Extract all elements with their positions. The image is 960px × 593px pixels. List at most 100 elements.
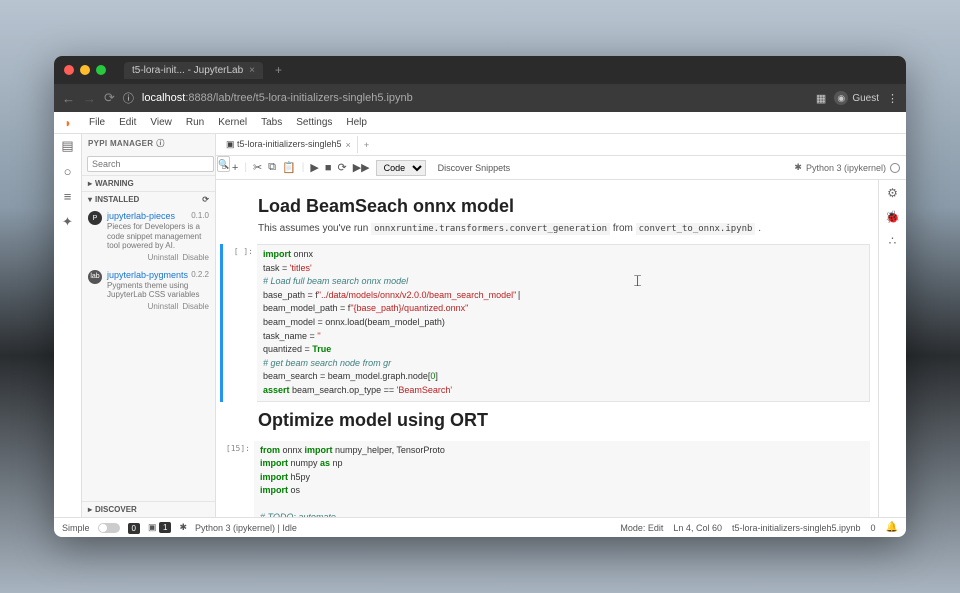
assist-status-icon[interactable]: ✱ <box>179 522 187 533</box>
search-input[interactable] <box>87 156 214 172</box>
chevron-down-icon: ▾ <box>88 195 92 204</box>
maximize-window-icon[interactable] <box>96 65 106 75</box>
paste-button[interactable]: 📋 <box>282 161 296 174</box>
debug-icon[interactable]: 🐞 <box>885 210 900 224</box>
cut-button[interactable]: ✂ <box>253 161 262 174</box>
uninstall-button[interactable]: Uninstall <box>148 253 179 262</box>
guest-icon: ◉ <box>834 91 848 105</box>
markdown-cell[interactable]: Load BeamSeach onnx model This assumes y… <box>258 196 870 234</box>
menubar: ◗ File Edit View Run Kernel Tabs Setting… <box>54 112 906 134</box>
kernel-count[interactable]: ▣ 1 <box>148 522 171 533</box>
urlbar: ← → ⟳ ⓘ localhost:8888/lab/tree/t5-lora-… <box>54 84 906 112</box>
new-launcher-button[interactable]: + <box>358 137 375 153</box>
kernel-status-icon[interactable] <box>890 163 900 173</box>
menu-help[interactable]: Help <box>339 114 374 131</box>
discover-snippets-button[interactable]: Discover Snippets <box>438 163 511 173</box>
code-editor[interactable]: from onnx import numpy_helper, TensorPro… <box>254 441 870 517</box>
notebook-tab-title: ▣ t5-lora-initializers-singleh5 <box>226 139 342 150</box>
simple-toggle[interactable] <box>98 523 120 533</box>
close-tab-icon[interactable]: × <box>346 140 351 150</box>
cell-type-select[interactable]: Code <box>376 160 426 176</box>
package-item: P jupyterlab-pieces 0.1.0 Pieces for Dev… <box>82 207 215 266</box>
prompt: [ ]: <box>223 244 257 402</box>
notebook-body[interactable]: Load BeamSeach onnx model This assumes y… <box>216 180 878 517</box>
paragraph: This assumes you've run onnxruntime.tran… <box>258 223 850 234</box>
titlebar: t5-lora-init... - JupyterLab × + <box>54 56 906 84</box>
mode-indicator: Mode: Edit <box>620 523 663 533</box>
markdown-cell[interactable]: Optimize model using ORT <box>258 410 870 431</box>
notebook-tab[interactable]: ▣ t5-lora-initializers-singleh5 × <box>220 136 358 153</box>
kernel-name[interactable]: Python 3 (ipykernel) <box>806 163 886 173</box>
copy-button[interactable]: ⧉ <box>268 161 276 174</box>
menu-settings[interactable]: Settings <box>289 114 339 131</box>
menu-edit[interactable]: Edit <box>112 114 143 131</box>
kernel-status[interactable]: Python 3 (ipykernel) | Idle <box>195 523 297 533</box>
new-tab-button[interactable]: + <box>275 63 282 77</box>
window-controls <box>64 65 106 75</box>
notebook-tabs: ▣ t5-lora-initializers-singleh5 × + <box>216 134 906 156</box>
run-button[interactable]: ▶ <box>310 161 318 174</box>
profile-button[interactable]: ◉ Guest <box>834 91 879 105</box>
browser-tab[interactable]: t5-lora-init... - JupyterLab × <box>124 62 263 79</box>
disable-button[interactable]: Disable <box>182 302 209 311</box>
log-count[interactable]: 0 <box>871 523 876 533</box>
extensions-icon[interactable]: ✦ <box>62 214 73 230</box>
package-version: 0.1.0 <box>191 211 209 220</box>
minimize-window-icon[interactable] <box>80 65 90 75</box>
file-path: t5-lora-initializers-singleh5.ipynb <box>732 523 861 533</box>
back-button[interactable]: ← <box>62 91 75 106</box>
menu-file[interactable]: File <box>82 114 112 131</box>
save-button[interactable]: ▫ <box>222 162 226 174</box>
jupyter-logo-icon[interactable]: ◗ <box>60 115 76 131</box>
cursor-position[interactable]: Ln 4, Col 60 <box>673 523 722 533</box>
chevron-right-icon: ▸ <box>88 505 92 514</box>
reload-button[interactable]: ⟳ <box>104 90 115 106</box>
activity-bar: ▤ ○ ≡ ✦ <box>54 134 82 517</box>
uninstall-button[interactable]: Uninstall <box>148 302 179 311</box>
package-icon: lab <box>88 270 102 284</box>
text-cursor-icon: 𝙸 <box>632 271 643 293</box>
running-icon[interactable]: ○ <box>64 164 72 179</box>
info-icon[interactable]: ⓘ <box>156 138 164 149</box>
refresh-icon[interactable]: ⟳ <box>202 195 209 204</box>
package-name[interactable]: jupyterlab-pieces <box>107 211 175 221</box>
close-window-icon[interactable] <box>64 65 74 75</box>
restart-button[interactable]: ⟳ <box>337 161 346 174</box>
section-discover[interactable]: ▸ DISCOVER <box>82 501 215 517</box>
menu-kernel[interactable]: Kernel <box>211 114 254 131</box>
code-cell[interactable]: 🔗 ⧉ ↑ ↓ ⬇ ▾ 🗑 [ ]: import onnx task = 't… <box>220 244 870 402</box>
package-name[interactable]: jupyterlab-pygments <box>107 270 188 280</box>
forward-button: → <box>83 91 96 106</box>
package-desc: Pieces for Developers is a code snippet … <box>107 222 209 251</box>
section-warning[interactable]: ▸ WARNING <box>82 175 215 191</box>
menu-tabs[interactable]: Tabs <box>254 114 289 131</box>
package-version: 0.2.2 <box>191 270 209 279</box>
site-info-icon[interactable]: ⓘ <box>123 90 134 106</box>
terminal-count[interactable]: 0 <box>128 523 140 533</box>
heading: Load BeamSeach onnx model <box>258 196 850 217</box>
package-icon: P <box>88 211 102 225</box>
property-inspector-icon[interactable]: ⚙ <box>887 186 898 200</box>
menu-view[interactable]: View <box>143 114 179 131</box>
browser-menu-button[interactable]: ⋮ <box>887 92 898 105</box>
menu-run[interactable]: Run <box>179 114 211 131</box>
close-tab-icon[interactable]: × <box>249 65 255 76</box>
url-input[interactable]: localhost:8888/lab/tree/t5-lora-initiali… <box>142 92 808 104</box>
heading: Optimize model using ORT <box>258 410 850 431</box>
files-icon[interactable]: ▤ <box>61 138 73 154</box>
right-sidebar: ⚙ 🐞 ∴ <box>878 180 906 517</box>
extension-icon[interactable]: ▦ <box>816 92 826 105</box>
notification-icon[interactable]: 🔔 <box>886 522 898 533</box>
assist-icon[interactable]: ✱ <box>794 162 802 173</box>
section-installed[interactable]: ▾ INSTALLED ⟳ <box>82 191 215 207</box>
toc-icon[interactable]: ≡ <box>64 189 72 204</box>
pieces-icon[interactable]: ∴ <box>889 234 897 248</box>
add-cell-button[interactable]: + <box>232 162 238 174</box>
code-editor[interactable]: import onnx task = 'titles' # Load full … <box>257 244 870 402</box>
simple-label: Simple <box>62 523 90 533</box>
code-cell[interactable]: [15]: from onnx import numpy_helper, Ten… <box>220 441 870 517</box>
stop-button[interactable]: ■ <box>325 162 332 174</box>
package-desc: Pygments theme using JupyterLab CSS vari… <box>107 281 209 300</box>
run-all-button[interactable]: ▶▶ <box>353 161 370 174</box>
disable-button[interactable]: Disable <box>182 253 209 262</box>
